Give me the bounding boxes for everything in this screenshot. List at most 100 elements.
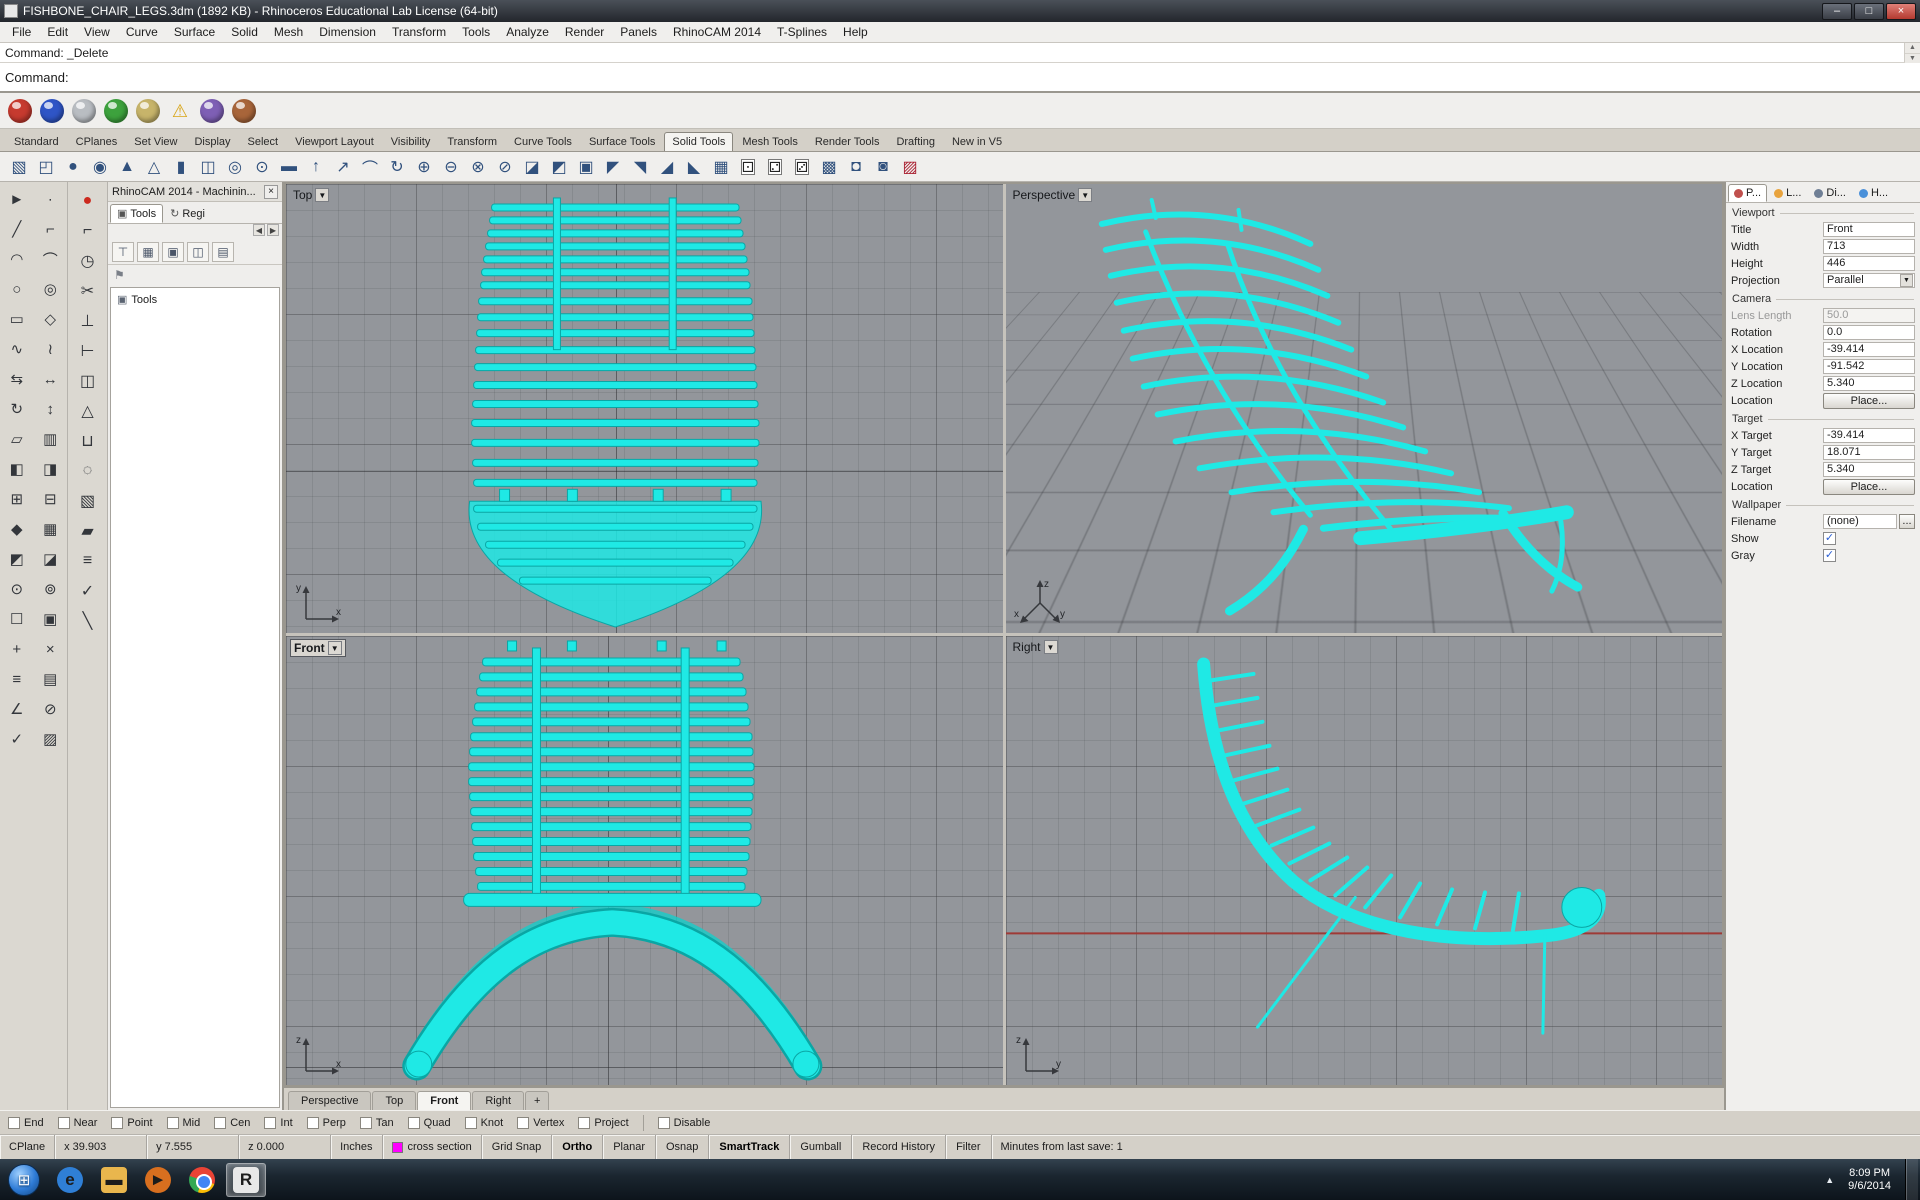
menu-item[interactable]: Panels <box>612 23 665 41</box>
ellipse-icon[interactable]: ◎ <box>34 274 68 304</box>
hatch-tool-icon[interactable]: ▧ <box>73 486 103 516</box>
box-icon[interactable]: ⊞ <box>0 484 34 514</box>
viewport-menu-arrow-icon[interactable]: ▼ <box>1044 640 1058 654</box>
new-viewport-tab-button[interactable]: + <box>525 1091 549 1110</box>
viewport-top[interactable]: Top ▼ y x <box>286 184 1003 633</box>
radius-icon[interactable]: ⊚ <box>34 574 68 604</box>
viewport-menu-arrow-icon[interactable]: ▼ <box>328 641 342 655</box>
solid-icon[interactable]: ◆ <box>0 514 34 544</box>
rotation-field[interactable]: 0.0 <box>1823 325 1915 340</box>
angle-icon[interactable]: ∠ <box>0 694 34 724</box>
toolbar-tab[interactable]: Mesh Tools <box>734 132 805 151</box>
cup-icon[interactable]: ⊔ <box>73 426 103 456</box>
viewport-perspective[interactable]: Perspective ▼ z x y <box>1006 184 1723 633</box>
box-corner-icon[interactable]: ◰ <box>33 154 59 180</box>
dice-one-icon[interactable]: ⚀ <box>735 154 761 180</box>
command-prompt[interactable]: Command: <box>0 63 1920 93</box>
display-tab[interactable]: Di... <box>1808 184 1852 202</box>
round-hole-icon[interactable]: ◘ <box>843 154 869 180</box>
camera-place-button[interactable]: Place... <box>1823 393 1915 409</box>
toolbar-tab[interactable]: New in V5 <box>944 132 1010 151</box>
brown-box-icon[interactable] <box>232 99 256 123</box>
toolbar-tab[interactable]: Solid Tools <box>664 132 733 151</box>
layer-indicator[interactable]: cross section <box>383 1135 482 1159</box>
wallpaper-show-checkbox[interactable]: ✓ <box>1823 532 1836 545</box>
viewport-menu-arrow-icon[interactable]: ▼ <box>315 188 329 202</box>
open-library-icon[interactable]: ◫ <box>187 242 209 262</box>
checkbox-icon[interactable] <box>408 1117 420 1129</box>
checkbox-icon[interactable] <box>167 1117 179 1129</box>
extract-surface-icon[interactable]: ◩ <box>546 154 572 180</box>
solid-box-icon[interactable]: ▧ <box>6 154 32 180</box>
fillet-edge-icon[interactable]: ◤ <box>600 154 626 180</box>
layers-icon[interactable]: ≡ <box>0 664 34 694</box>
plane-icon[interactable]: ▱ <box>0 424 34 454</box>
protractor-icon[interactable]: ◷ <box>73 246 103 276</box>
wirecut-icon[interactable]: ▦ <box>708 154 734 180</box>
viewport-right[interactable]: Right ▼ z y <box>1006 636 1723 1085</box>
checkbox-icon[interactable] <box>264 1117 276 1129</box>
magnifier-icon[interactable]: ◌ <box>73 456 103 486</box>
select-pointer-icon[interactable]: ► <box>0 184 34 214</box>
menu-item[interactable]: Render <box>557 23 612 41</box>
z-location-field[interactable]: 5.340 <box>1823 376 1915 391</box>
dice-three-icon[interactable]: ⚂ <box>789 154 815 180</box>
perpendicular-icon[interactable]: ⊥ <box>73 306 103 336</box>
torus-icon[interactable]: ⊙ <box>249 154 275 180</box>
toolbar-tab[interactable]: Surface Tools <box>581 132 663 151</box>
rotate-icon[interactable]: ↻ <box>0 394 34 424</box>
viewport-tab[interactable]: Perspective <box>288 1091 371 1110</box>
show-desktop-button[interactable] <box>1905 1159 1918 1200</box>
osnap-toggle[interactable]: End <box>8 1117 44 1129</box>
boolean-split-icon[interactable]: ⊘ <box>492 154 518 180</box>
viewport-front-label[interactable]: Front ▼ <box>290 639 346 657</box>
menu-item[interactable]: RhinoCAM 2014 <box>665 23 769 41</box>
freeform-icon[interactable]: ∿ <box>0 334 34 364</box>
viewport-menu-arrow-icon[interactable]: ▼ <box>1078 188 1092 202</box>
minimize-button[interactable]: – <box>1822 3 1852 20</box>
taskbar-clock[interactable]: 8:09 PM 9/6/2014 <box>1842 1167 1897 1193</box>
blend-edge-icon[interactable]: ◥ <box>627 154 653 180</box>
move-icon[interactable]: ↔ <box>34 364 68 394</box>
menu-item[interactable]: Curve <box>118 23 166 41</box>
extrude-along-curve-icon[interactable]: ⌒ <box>357 154 383 180</box>
scroll-up-icon[interactable]: ▲ <box>1905 43 1920 54</box>
osnap-toggle[interactable]: Cen <box>214 1117 250 1129</box>
red-sphere-icon[interactable] <box>8 99 32 123</box>
projection-select[interactable]: Parallel▼ <box>1823 273 1915 288</box>
toolbar-tab[interactable]: Transform <box>439 132 505 151</box>
maximize-button[interactable]: □ <box>1854 3 1884 20</box>
surface-icon[interactable]: ▥ <box>34 424 68 454</box>
checkbox-icon[interactable] <box>578 1117 590 1129</box>
close-button[interactable]: × <box>1886 3 1916 20</box>
polyline-icon[interactable]: ⌐ <box>34 214 68 244</box>
tan-sphere-icon[interactable] <box>136 99 160 123</box>
status-toggle[interactable]: SmartTrack <box>709 1135 790 1159</box>
tree-node-tools[interactable]: ▣ Tools <box>113 292 277 307</box>
z-target-field[interactable]: 5.340 <box>1823 462 1915 477</box>
curve-icon[interactable]: ⌒ <box>34 244 68 274</box>
check-icon[interactable]: ✓ <box>0 724 34 754</box>
menu-item[interactable]: Help <box>835 23 876 41</box>
status-toggle[interactable]: Ortho <box>552 1135 603 1159</box>
osnap-toggle[interactable]: Quad <box>408 1117 451 1129</box>
block-icon[interactable]: ▣ <box>34 604 68 634</box>
boolean-union-icon[interactable]: ⊕ <box>411 154 437 180</box>
checkbox-icon[interactable] <box>58 1117 70 1129</box>
viewport-height-field[interactable]: 446 <box>1823 256 1915 271</box>
osnap-toggle[interactable]: Mid <box>167 1117 201 1129</box>
list-icon[interactable]: ≡ <box>73 546 103 576</box>
offset-icon[interactable]: ⇆ <box>0 364 34 394</box>
toolbar-tab[interactable]: Display <box>186 132 238 151</box>
cylinder-icon[interactable]: ▮ <box>168 154 194 180</box>
tab-scroll-right-icon[interactable]: ▶ <box>267 224 279 236</box>
analyze-icon[interactable]: ⊙ <box>0 574 34 604</box>
rectangle-icon[interactable]: ▭ <box>0 304 34 334</box>
tool-library-icon[interactable]: ▦ <box>137 242 159 262</box>
toolbar-tab[interactable]: Viewport Layout <box>287 132 382 151</box>
status-toggle[interactable]: Gumball <box>790 1135 852 1159</box>
checkbox-icon[interactable] <box>111 1117 123 1129</box>
show-hidden-icons-button[interactable]: ▲ <box>1825 1175 1834 1185</box>
polygon-icon[interactable]: ◇ <box>34 304 68 334</box>
extrude-straight-icon[interactable]: ↑ <box>303 154 329 180</box>
